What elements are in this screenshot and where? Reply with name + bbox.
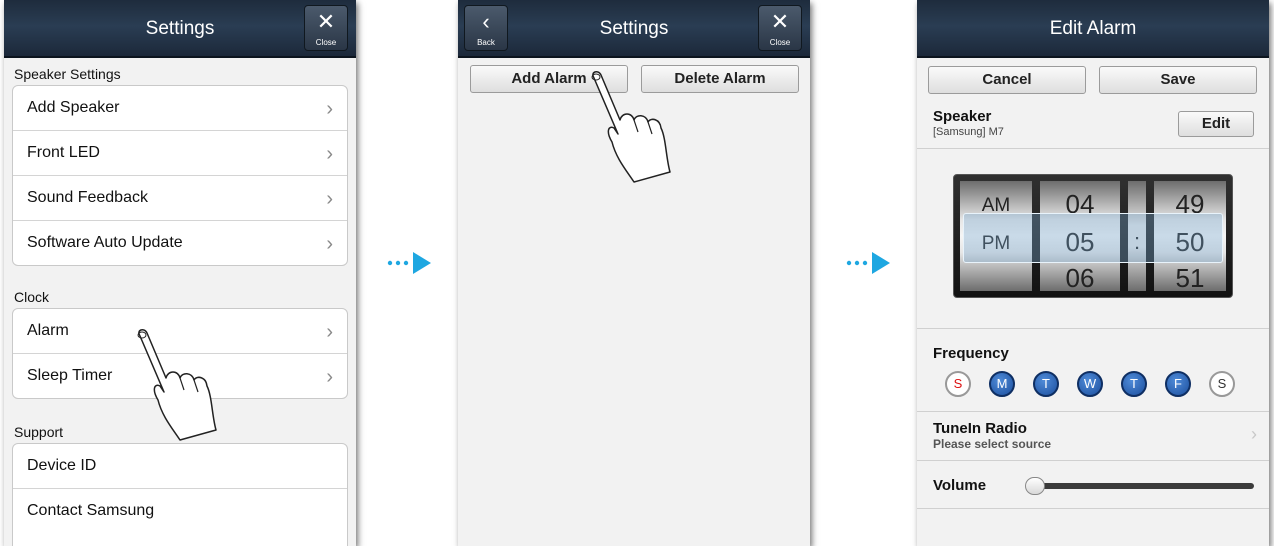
- day-toggle-sunday[interactable]: S: [945, 371, 971, 397]
- next-step-arrow-icon: [387, 252, 431, 274]
- chevron-right-icon: ›: [1251, 424, 1257, 444]
- page-title: Edit Alarm: [1049, 18, 1137, 39]
- section-header-support: Support: [14, 424, 64, 440]
- speaker-row: Speaker [Samsung] M7 Edit: [917, 100, 1269, 149]
- source-subtitle: Please select source: [933, 437, 1052, 451]
- selection-highlight: [963, 213, 1223, 263]
- list-item-add-speaker[interactable]: Add Speaker ›: [13, 86, 347, 131]
- close-icon: ✕: [770, 9, 790, 34]
- close-icon: ✕: [316, 9, 336, 34]
- day-toggle-tuesday[interactable]: T: [1033, 371, 1059, 397]
- item-label: Sound Feedback: [27, 189, 148, 206]
- chevron-right-icon: ›: [326, 98, 333, 120]
- close-label: Close: [315, 38, 337, 47]
- title-bar: Settings ✕ Close: [4, 0, 356, 58]
- item-label: Alarm: [27, 322, 69, 339]
- volume-row: Volume: [917, 460, 1269, 509]
- speaker-value: [Samsung] M7: [933, 126, 1004, 138]
- list-item-device-id[interactable]: Device ID: [13, 444, 347, 489]
- list-item-sound-feedback[interactable]: Sound Feedback ›: [13, 176, 347, 221]
- chevron-right-icon: ›: [326, 143, 333, 165]
- support-group: Device ID Contact Samsung: [12, 443, 348, 546]
- speaker-label: Speaker: [933, 108, 992, 125]
- volume-label: Volume: [933, 477, 987, 494]
- day-toggle-wednesday[interactable]: W: [1077, 371, 1103, 397]
- chevron-right-icon: ›: [326, 233, 333, 255]
- chevron-right-icon: ›: [326, 188, 333, 210]
- save-button[interactable]: Save: [1099, 66, 1257, 94]
- day-toggle-friday[interactable]: F: [1165, 371, 1191, 397]
- alarm-settings-screen: ‹ Back Settings ✕ Close Add Alarm Delete…: [458, 0, 810, 546]
- close-button[interactable]: ✕ Close: [758, 5, 802, 51]
- section-header-clock: Clock: [14, 289, 50, 305]
- frequency-label: Frequency: [933, 345, 1009, 362]
- chevron-right-icon: ›: [326, 366, 333, 388]
- tap-hand-icon: [137, 328, 217, 441]
- close-button[interactable]: ✕ Close: [304, 5, 348, 51]
- item-label: Contact Samsung: [27, 502, 155, 519]
- cancel-button[interactable]: Cancel: [928, 66, 1086, 94]
- day-toggle-monday[interactable]: M: [989, 371, 1015, 397]
- section-header-speaker: Speaker Settings: [14, 66, 121, 82]
- item-label: Add Speaker: [27, 99, 120, 116]
- day-toggle-thursday[interactable]: T: [1121, 371, 1147, 397]
- close-label: Close: [769, 38, 791, 47]
- frequency-row: Frequency: [917, 328, 1269, 412]
- list-item-contact-samsung[interactable]: Contact Samsung: [13, 489, 347, 533]
- item-label: Device ID: [27, 457, 97, 474]
- next-step-arrow-icon: [846, 252, 890, 274]
- list-item-front-led[interactable]: Front LED ›: [13, 131, 347, 176]
- volume-slider-thumb[interactable]: [1025, 477, 1045, 495]
- item-label: Sleep Timer: [27, 367, 113, 384]
- chevron-right-icon: ›: [326, 321, 333, 343]
- volume-slider-track[interactable]: [1029, 483, 1254, 489]
- minute-next: 51: [1175, 263, 1205, 293]
- hour-next: 06: [1065, 263, 1095, 293]
- source-row[interactable]: TuneIn Radio Please select source ›: [917, 410, 1269, 461]
- list-item-software-auto-update[interactable]: Software Auto Update ›: [13, 221, 347, 265]
- speaker-settings-group: Add Speaker › Front LED › Sound Feedback › …: [12, 85, 348, 266]
- settings-screen: Settings ✕ Close Speaker Settings Add Sp…: [4, 0, 356, 546]
- edit-speaker-button[interactable]: Edit: [1178, 111, 1254, 137]
- tap-hand-icon: [591, 70, 671, 183]
- day-toggle-saturday[interactable]: S: [1209, 371, 1235, 397]
- title-bar: ‹ Back Settings ✕ Close: [458, 0, 810, 58]
- item-label: Front LED: [27, 144, 100, 161]
- time-picker[interactable]: AM PM 04 05 06 : 49 50 51: [953, 174, 1233, 298]
- item-label: Software Auto Update: [27, 234, 183, 251]
- source-title: TuneIn Radio: [933, 420, 1027, 437]
- edit-alarm-screen: Edit Alarm Cancel Save Speaker [Samsung]…: [917, 0, 1269, 546]
- title-bar: Edit Alarm: [917, 0, 1269, 58]
